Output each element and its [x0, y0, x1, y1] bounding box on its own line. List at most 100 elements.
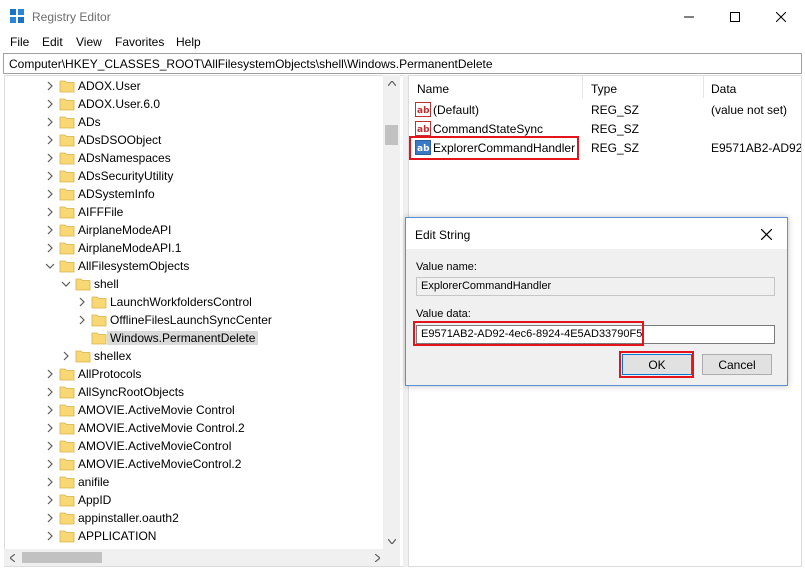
cancel-button[interactable]: Cancel	[702, 354, 772, 375]
value-row-explorercommandhandler[interactable]: ab ExplorerCommandHandler REG_SZ E9571AB…	[409, 138, 801, 157]
scroll-down-icon[interactable]	[383, 533, 400, 550]
column-header-data[interactable]: Data	[711, 82, 736, 96]
ok-button[interactable]: OK	[622, 354, 692, 375]
tree-item-label: ADs	[78, 115, 101, 129]
folder-icon	[91, 312, 107, 328]
scroll-thumb-horizontal[interactable]	[22, 552, 102, 563]
tree-item[interactable]: shellex	[5, 347, 385, 365]
tree-item-label: appinstaller.oauth2	[78, 511, 179, 525]
chevron-right-icon[interactable]	[45, 512, 55, 524]
value-row-default[interactable]: ab (Default) REG_SZ (value not set)	[409, 100, 801, 119]
tree-item[interactable]: AirplaneModeAPI.1	[5, 239, 385, 257]
chevron-right-icon[interactable]	[45, 422, 55, 434]
chevron-right-icon[interactable]	[45, 368, 55, 380]
value-type: REG_SZ	[591, 141, 640, 155]
tree-vertical-scrollbar[interactable]	[383, 75, 400, 550]
tree-item[interactable]: AMOVIE.ActiveMovie Control.2	[5, 419, 385, 437]
tree-item-label: OfflineFilesLaunchSyncCenter	[110, 313, 272, 327]
tree-item[interactable]: shell	[5, 275, 385, 293]
address-bar[interactable]: Computer\HKEY_CLASSES_ROOT\AllFilesystem…	[3, 53, 802, 74]
dialog-close-icon[interactable]	[756, 224, 776, 244]
tree-item[interactable]: AppID	[5, 491, 385, 509]
tree-item[interactable]: ADSystemInfo	[5, 185, 385, 203]
scroll-thumb[interactable]	[385, 125, 398, 145]
value-name: (Default)	[433, 103, 480, 117]
tree-item-label: AllSyncRootObjects	[78, 385, 185, 399]
chevron-right-icon[interactable]	[45, 224, 55, 236]
folder-icon	[59, 402, 75, 418]
tree-item[interactable]: ADsDSOObject	[5, 131, 385, 149]
chevron-right-icon[interactable]	[45, 170, 55, 182]
tree-item[interactable]: APPLICATION	[5, 527, 385, 545]
chevron-right-icon[interactable]	[45, 458, 55, 470]
tree-item[interactable]: AllFilesystemObjects	[5, 257, 385, 275]
tree-item-label: APPLICATION	[78, 529, 157, 543]
tree-item[interactable]: ADOX.User	[5, 77, 385, 95]
chevron-down-icon[interactable]	[45, 260, 55, 272]
tree-item[interactable]: AirplaneModeAPI	[5, 221, 385, 239]
chevron-right-icon[interactable]	[45, 206, 55, 218]
column-header-name[interactable]: Name	[417, 82, 449, 96]
chevron-right-icon[interactable]	[45, 116, 55, 128]
chevron-right-icon[interactable]	[45, 440, 55, 452]
column-divider[interactable]	[582, 76, 583, 98]
tree-item-label: Windows.PermanentDelete	[107, 331, 259, 345]
chevron-right-icon[interactable]	[77, 314, 87, 326]
chevron-right-icon[interactable]	[45, 494, 55, 506]
tree-item[interactable]: AMOVIE.ActiveMovie Control	[5, 401, 385, 419]
tree-item[interactable]: ADs	[5, 113, 385, 131]
folder-icon	[59, 132, 75, 148]
value-type: REG_SZ	[591, 103, 640, 117]
menu-favorites[interactable]: Favorites	[115, 35, 164, 49]
tree-item-label: ADsSecurityUtility	[78, 169, 174, 183]
tree-item-label: shellex	[94, 349, 132, 363]
tree-item[interactable]: AMOVIE.ActiveMovieControl.2	[5, 455, 385, 473]
folder-icon	[75, 276, 91, 292]
tree-item[interactable]: ADsNamespaces	[5, 149, 385, 167]
tree-item[interactable]: LaunchWorkfoldersControl	[5, 293, 385, 311]
dialog-title: Edit String	[415, 228, 471, 242]
tree-item-label: ADOX.User	[78, 79, 141, 93]
folder-icon	[75, 348, 91, 364]
tree-item[interactable]: appinstaller.oauth2	[5, 509, 385, 527]
chevron-right-icon[interactable]	[45, 476, 55, 488]
tree-item-label: AMOVIE.ActiveMovie Control	[78, 403, 235, 417]
tree-item[interactable]: ADsSecurityUtility	[5, 167, 385, 185]
chevron-right-icon[interactable]	[45, 530, 55, 542]
close-button[interactable]	[758, 0, 804, 33]
column-divider[interactable]	[703, 76, 704, 98]
chevron-right-icon[interactable]	[45, 404, 55, 416]
chevron-right-icon[interactable]	[45, 188, 55, 200]
tree-item[interactable]: AllProtocols	[5, 365, 385, 383]
tree-item[interactable]: AMOVIE.ActiveMovieControl	[5, 437, 385, 455]
value-data-input[interactable]: E9571AB2-AD92-4ec6-8924-4E5AD33790F5	[416, 325, 775, 344]
tree-item[interactable]: OfflineFilesLaunchSyncCenter	[5, 311, 385, 329]
chevron-right-icon[interactable]	[45, 242, 55, 254]
scroll-up-icon[interactable]	[383, 75, 400, 92]
menu-view[interactable]: View	[76, 35, 102, 49]
chevron-right-icon[interactable]	[77, 296, 87, 308]
chevron-down-icon[interactable]	[61, 278, 71, 290]
tree-item[interactable]: anifile	[5, 473, 385, 491]
maximize-button[interactable]	[712, 0, 758, 33]
tree-item[interactable]: Windows.PermanentDelete	[5, 329, 385, 347]
minimize-button[interactable]	[666, 0, 712, 33]
chevron-right-icon[interactable]	[45, 386, 55, 398]
tree-item[interactable]: AIFFFile	[5, 203, 385, 221]
chevron-right-icon[interactable]	[45, 98, 55, 110]
tree-item[interactable]: ADOX.User.6.0	[5, 95, 385, 113]
scroll-left-icon[interactable]	[4, 549, 21, 566]
folder-icon	[59, 114, 75, 130]
chevron-right-icon[interactable]	[61, 350, 71, 362]
chevron-right-icon[interactable]	[45, 80, 55, 92]
tree-horizontal-scrollbar[interactable]	[4, 549, 400, 566]
menu-file[interactable]: File	[10, 35, 29, 49]
column-header-type[interactable]: Type	[591, 82, 617, 96]
chevron-right-icon[interactable]	[45, 152, 55, 164]
chevron-right-icon[interactable]	[45, 134, 55, 146]
menu-help[interactable]: Help	[176, 35, 201, 49]
menu-edit[interactable]: Edit	[42, 35, 63, 49]
value-row-commandstatesync[interactable]: ab CommandStateSync REG_SZ	[409, 119, 801, 138]
tree-item[interactable]: AllSyncRootObjects	[5, 383, 385, 401]
scroll-right-icon[interactable]	[369, 549, 386, 566]
